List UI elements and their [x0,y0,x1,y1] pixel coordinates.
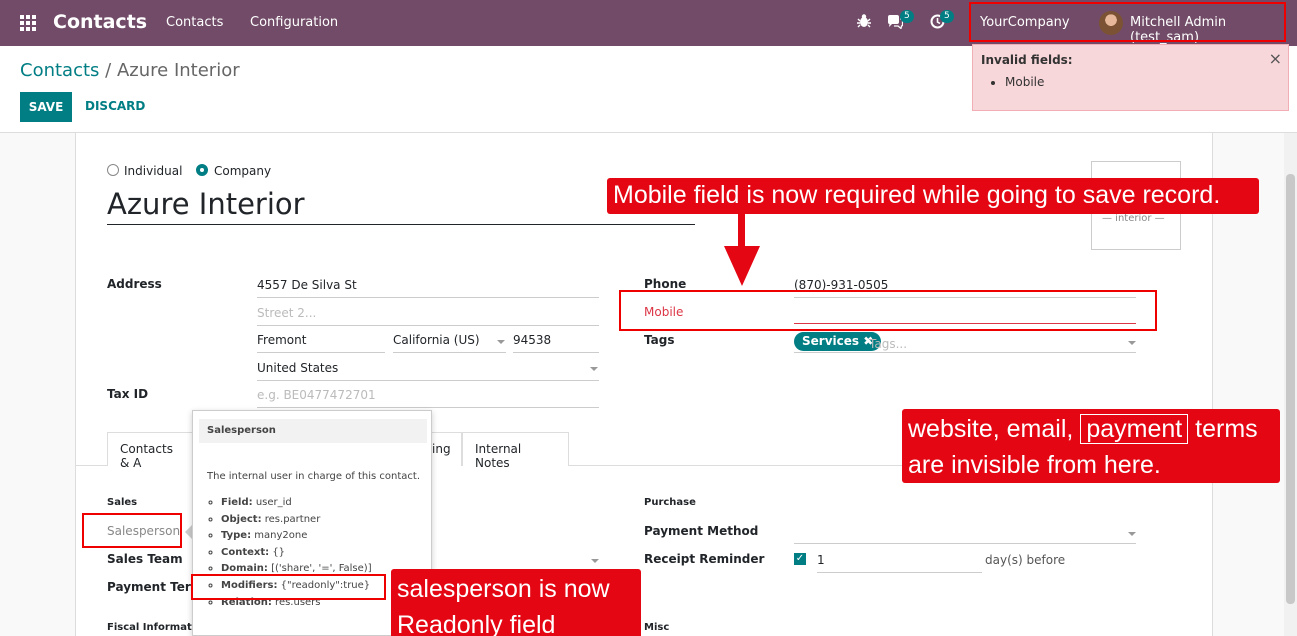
apps-menu-icon[interactable] [20,15,36,31]
tooltip-context-key: Context: [221,546,270,558]
tooltip-type-value: many2one [254,530,308,542]
tag-label: Services [802,334,860,348]
payment-method-label: Payment Method [644,524,759,538]
annotation-invisible-text-1: website, email, [908,415,1074,443]
annotation-readonly-text-2: Readonly field [397,611,556,636]
tooltip-context-row: Context: {} [221,545,372,562]
purchase-section-title: Purchase [644,497,696,508]
vat-field[interactable]: e.g. BE0477472701 [257,388,599,408]
payment-terms-label: Payment Term [107,580,204,594]
street-field[interactable]: 4557 De Silva St [257,278,599,298]
annotation-mobile-required: Mobile field is now required while going… [607,178,1259,214]
misc-section-title: Misc [644,622,670,633]
days-before-label: day(s) before [985,553,1066,567]
activity-badge: 5 [940,10,954,23]
state-dropdown-caret[interactable] [497,340,505,344]
tooltip-type-key: Type: [221,530,252,542]
receipt-reminder-label: Receipt Reminder [644,552,765,566]
tooltip-context-value: {} [272,546,286,558]
tooltip-domain-key: Domain: [221,563,268,575]
tooltip-object-key: Object: [221,513,262,525]
invalid-fields-notification: Invalid fields: Mobile × [972,44,1289,111]
annotation-invisible-text-3: terms [1195,415,1258,443]
tooltip-type-row: Type: many2one [221,528,372,545]
company-logo-text: — interior — [1102,213,1165,224]
tooltip-object-row: Object: res.partner [221,512,372,529]
app-title[interactable]: Contacts [53,11,147,33]
tooltip-pointer [185,525,192,539]
tab-contacts-addresses[interactable]: Contacts & A [107,432,197,470]
annotation-readonly-text-1: salesperson is now [397,575,610,603]
annotation-highlight-mobile [619,290,1157,331]
radio-company-label[interactable]: Company [214,164,271,178]
notification-title: Invalid fields: [981,53,1073,67]
address-label: Address [107,277,162,291]
annotation-arrow-shaft [738,214,745,248]
radio-company[interactable] [196,164,208,176]
annotation-readonly-salesperson: salesperson is now Readonly field [391,569,641,636]
city-field[interactable]: Fremont [257,333,385,353]
tags-input-placeholder[interactable]: Tags... [869,337,907,351]
sales-team-label: Sales Team [107,552,183,566]
state-field[interactable]: California (US) [393,333,506,353]
breadcrumb-separator: / [105,60,112,81]
annotation-highlight-user-box [969,2,1286,42]
reminder-days-field[interactable]: 1 [817,553,982,573]
tooltip-domain-value: [('share', '=', False)] [271,563,372,575]
radio-individual-label[interactable]: Individual [124,164,182,178]
annotation-invisible-text-4: are invisible from here. [908,451,1161,479]
sales-section-title: Sales [107,497,138,508]
breadcrumb-current: Azure Interior [116,60,240,81]
invalid-fields-list: Mobile [1005,75,1044,89]
tooltip-field-value: user_id [255,497,292,508]
radio-individual[interactable] [107,164,119,176]
zip-field[interactable]: 94538 [513,333,599,353]
breadcrumb: Contacts / Azure Interior [20,60,240,81]
payment-method-dropdown-caret[interactable] [1128,532,1136,536]
breadcrumb-contacts-link[interactable]: Contacts [20,60,99,81]
street2-field[interactable]: Street 2... [257,306,599,326]
save-button[interactable]: SAVE [20,92,72,122]
tooltip-object-value: res.partner [264,513,321,525]
sales-team-dropdown-caret[interactable] [591,559,599,563]
receipt-reminder-checkbox[interactable]: ✓ [794,553,806,565]
annotation-invisible-fields: website, email, payment terms are invisi… [902,409,1280,483]
country-dropdown-caret[interactable] [590,367,598,371]
payment-method-field[interactable] [794,524,1136,544]
tags-label: Tags [644,333,675,347]
invalid-field-item: Mobile [1005,75,1044,89]
annotation-highlight-salesperson [82,513,182,548]
tooltip-title: Salesperson [199,419,427,443]
country-field[interactable]: United States [257,361,599,381]
tax-id-label: Tax ID [107,387,149,401]
tags-dropdown-caret[interactable] [1128,341,1136,345]
tooltip-field-key: Field: [221,497,253,508]
tooltip-field-row: Field: user_id [221,495,372,512]
tooltip-description: The internal user in charge of this cont… [207,471,421,482]
annotation-invisible-text-2: payment [1080,414,1189,444]
bug-icon[interactable] [857,13,871,33]
annotation-highlight-modifiers [191,574,386,600]
scrollbar-thumb[interactable] [1286,174,1295,604]
discard-button[interactable]: DISCARD [85,99,145,113]
menu-contacts[interactable]: Contacts [166,15,223,30]
close-icon[interactable]: × [1269,49,1282,68]
chat-badge: 5 [900,10,914,23]
annotation-arrow-head [724,246,760,286]
tab-internal-notes[interactable]: Internal Notes [462,432,569,470]
menu-configuration[interactable]: Configuration [250,15,338,30]
phone-label: Phone [644,277,687,291]
